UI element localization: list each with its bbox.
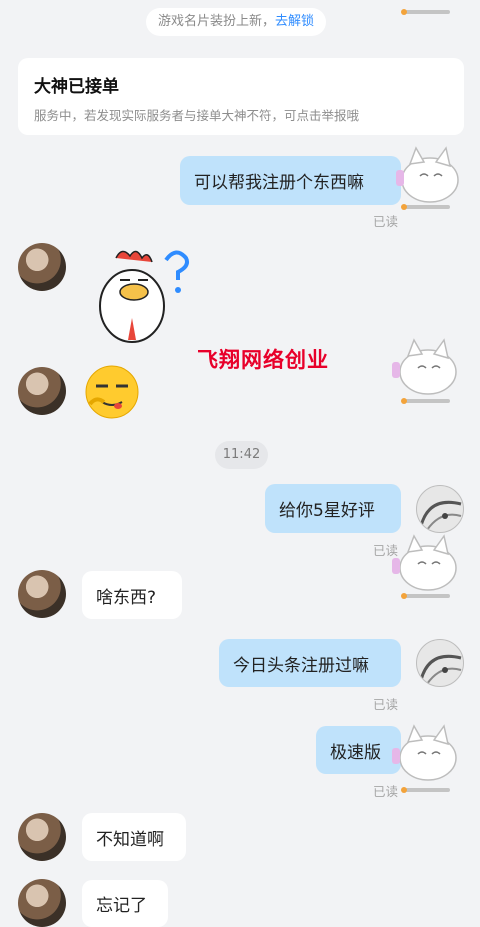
pet-progress-bar — [405, 594, 450, 598]
my-avatar[interactable] — [416, 485, 464, 533]
message-text: 极速版 — [330, 742, 381, 763]
pet-progress-bar — [405, 205, 450, 209]
message-text: 啥东西? — [96, 587, 157, 608]
notice-banner: 游戏名片装扮上新，去解锁 — [146, 8, 327, 36]
pet-progress-dot — [401, 204, 407, 210]
contact-avatar[interactable] — [18, 879, 66, 927]
pet-progress-dot — [401, 787, 407, 793]
anime-avatar-icon — [419, 654, 462, 685]
contact-avatar[interactable] — [18, 367, 66, 415]
pet-progress-dot — [401, 593, 407, 599]
service-status-card[interactable]: 大神已接单 服务中，若发现实际服务者与接单大神不符，可点击举报哦 — [18, 58, 464, 135]
message-text: 不知道啊 — [96, 829, 164, 850]
message-text: 忘记了 — [96, 896, 147, 916]
unlock-link[interactable]: 去解锁 — [275, 14, 314, 29]
message-text: 今日头条注册过嘛 — [233, 655, 369, 676]
cat-sticker-icon — [388, 334, 462, 398]
cat-sticker-icon — [388, 530, 462, 594]
cat-sticker-icon — [388, 720, 462, 784]
message-bubble-received[interactable]: 啥东西? — [82, 571, 182, 619]
message-bubble-sent[interactable]: 今日头条注册过嘛 — [219, 639, 401, 687]
service-title: 大神已接单 — [34, 77, 119, 97]
my-avatar[interactable] — [416, 639, 464, 687]
message-bubble-received[interactable]: 不知道啊 — [82, 813, 186, 861]
service-description: 服务中，若发现实际服务者与接单大神不符，可点击举报哦 — [34, 108, 360, 123]
message-bubble-received[interactable]: 忘记了 — [82, 880, 168, 927]
timestamp-pill: 11:42 — [215, 441, 268, 469]
read-status: 已读 — [373, 697, 399, 712]
smirk-emoji-sticker-icon[interactable] — [84, 364, 140, 420]
message-bubble-sent[interactable]: 给你5星好评 — [265, 484, 401, 533]
message-text: 给你5星好评 — [279, 501, 375, 521]
cat-sticker-icon — [390, 142, 464, 206]
pet-progress-bar — [405, 10, 450, 14]
read-status: 已读 — [373, 784, 399, 799]
message-text: 可以帮我注册个东西嘛 — [194, 173, 364, 193]
anime-avatar-icon — [419, 500, 462, 531]
contact-avatar[interactable] — [18, 570, 66, 618]
rooster-question-sticker-icon[interactable] — [92, 240, 192, 350]
read-status: 已读 — [373, 214, 399, 229]
message-bubble-sent[interactable]: 可以帮我注册个东西嘛 — [180, 156, 401, 205]
contact-avatar[interactable] — [18, 813, 66, 861]
pet-progress-dot — [401, 398, 407, 404]
watermark-text: 飞翔网络创业 — [197, 348, 329, 372]
pet-progress-bar — [405, 399, 450, 403]
pet-progress-dot — [401, 9, 407, 15]
pet-progress-bar — [405, 788, 450, 792]
notice-text: 游戏名片装扮上新， — [158, 14, 276, 29]
contact-avatar[interactable] — [18, 243, 66, 291]
